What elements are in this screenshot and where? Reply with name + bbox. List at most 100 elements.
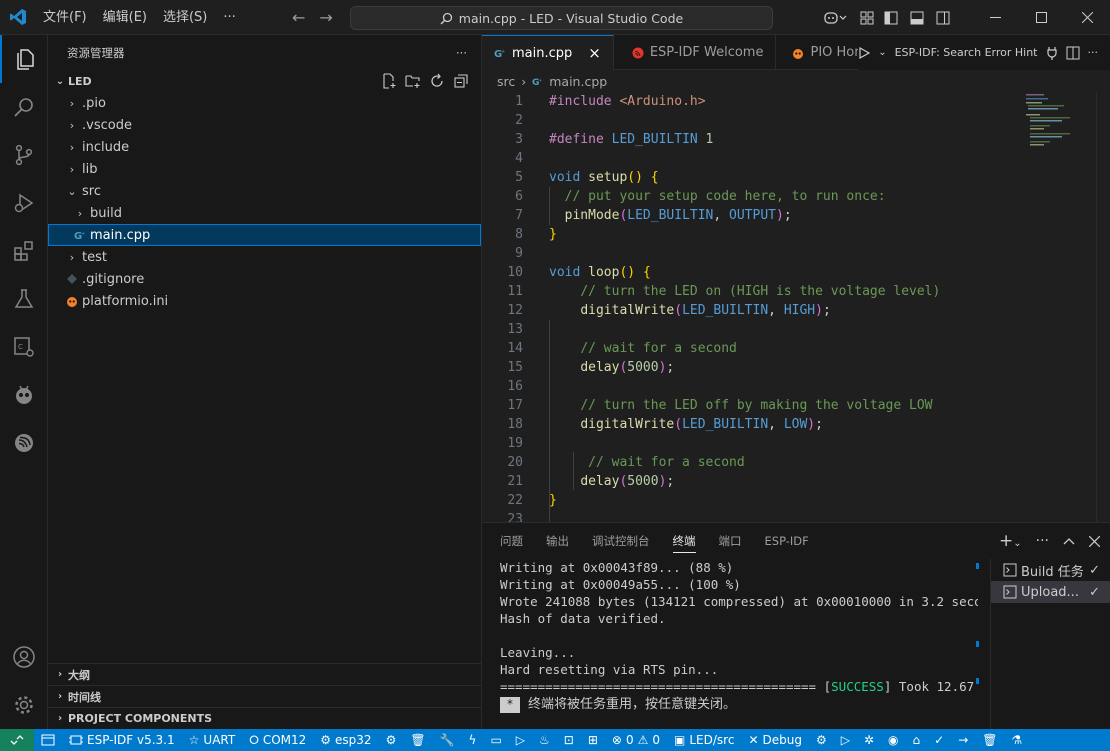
terminal-output[interactable]: Writing at 0x00043f89... (88 %) Writing … (500, 559, 978, 730)
flask-icon[interactable]: ⚗ (1012, 733, 1023, 747)
run-and-debug-icon[interactable] (0, 179, 48, 227)
tab-esp-idf-welcome[interactable]: ESP-IDF Welcome (614, 35, 777, 70)
problems-status[interactable]: ⊗ 0 ⚠ 0 (605, 729, 667, 751)
accounts-icon[interactable] (0, 633, 48, 681)
terminal-item-upload[interactable]: Upload... ✓ (991, 581, 1110, 603)
check-icon[interactable]: ✓ (934, 733, 944, 747)
play-icon[interactable]: ▷ (841, 733, 850, 747)
source-control-icon[interactable] (0, 131, 48, 179)
tree-file-gitignore[interactable]: .gitignore (48, 268, 481, 290)
tree-folder-include[interactable]: › include (48, 136, 481, 158)
tree-file-main-cpp[interactable]: G + main.cpp (48, 224, 481, 246)
minimap[interactable] (1026, 92, 1096, 152)
explorer-icon[interactable] (0, 35, 48, 83)
debug-status[interactable]: ▷ (509, 729, 532, 751)
tab-ports[interactable]: 端口 (719, 523, 753, 559)
remote-indicator-icon[interactable] (0, 729, 34, 751)
project-folder-status[interactable]: ▣ LED/src (667, 729, 741, 751)
record-icon[interactable]: ◉ (888, 733, 898, 747)
timeline-section[interactable]: › 时间线 (48, 685, 481, 707)
tab-problems[interactable]: 问题 (500, 523, 534, 559)
maximize-icon[interactable] (1018, 0, 1064, 35)
monitor-status[interactable]: ▭ (483, 729, 508, 751)
maximize-panel-icon[interactable] (1063, 537, 1075, 545)
bug-icon[interactable]: ✲ (864, 733, 874, 747)
home-icon[interactable]: ⌂ (913, 733, 921, 747)
flash-status[interactable]: ϟ (462, 729, 484, 751)
build-wrench-status[interactable]: 🔧 (433, 729, 462, 751)
customize-layout-icon[interactable] (860, 11, 884, 25)
menu-more[interactable]: ··· (215, 0, 243, 35)
close-panel-icon[interactable] (1089, 535, 1100, 547)
toggle-panel-icon[interactable] (910, 11, 936, 25)
project-components-section[interactable]: › PROJECT COMPONENTS (48, 707, 481, 729)
manage-gear-icon[interactable] (0, 681, 48, 729)
search-sidebar-icon[interactable] (0, 83, 48, 131)
tree-file-platformio-ini[interactable]: platformio.ini (48, 290, 481, 312)
new-file-icon[interactable] (381, 73, 397, 89)
command-center-search[interactable]: main.cpp - LED - Visual Studio Code (350, 6, 773, 30)
debug-config-status[interactable]: ✕ Debug (741, 729, 809, 751)
tab-debug-console[interactable]: 调试控制台 (592, 523, 661, 559)
remote-explorer-icon[interactable]: C (0, 323, 48, 371)
tree-folder-vscode[interactable]: › .vscode (48, 114, 481, 136)
close-window-icon[interactable] (1064, 0, 1110, 35)
menu-selection[interactable]: 选择(S) (155, 0, 215, 35)
wrench-icon: 🔧 (439, 733, 455, 747)
explorer-status-icon[interactable] (34, 729, 62, 751)
minimize-icon[interactable] (972, 0, 1018, 35)
tree-folder-src[interactable]: ⌄ src (48, 180, 481, 202)
terminal-item-build[interactable]: Build 任务 ✓ (991, 559, 1110, 581)
trash-icon[interactable]: 🗑 (982, 733, 997, 747)
upload-arrow-icon[interactable]: → (958, 733, 968, 747)
menu-edit[interactable]: 编辑(E) (95, 0, 155, 35)
flash-method-uart[interactable]: ☆ UART (182, 729, 243, 751)
esp-idf-version[interactable]: ESP-IDF v5.3.1 (62, 729, 182, 751)
extensions-icon[interactable] (0, 227, 48, 275)
more-actions-icon[interactable]: ··· (1036, 533, 1049, 549)
forward-arrow-icon[interactable]: → (319, 8, 332, 27)
clean-trash-status[interactable]: 🗑 (403, 729, 432, 751)
esp-idf-search-error-hint-button[interactable]: ESP-IDF: Search Error Hint (895, 46, 1038, 59)
copilot-icon[interactable] (824, 11, 860, 25)
tree-folder-build[interactable]: › build (48, 202, 481, 224)
collapse-all-icon[interactable] (453, 73, 469, 89)
serial-port[interactable]: ⭘ COM12 (242, 729, 313, 751)
terminal-status[interactable]: ⊡ (557, 729, 581, 751)
tree-folder-test[interactable]: › test (48, 246, 481, 268)
settings-gear-status[interactable]: ⚙ (379, 729, 404, 751)
refresh-icon[interactable] (429, 73, 445, 89)
run-task-status[interactable]: ⊞ (581, 729, 605, 751)
testing-flask-icon[interactable] (0, 275, 48, 323)
toggle-secondary-sidebar-icon[interactable] (936, 11, 962, 25)
plug-icon[interactable] (1046, 46, 1058, 60)
run-play-icon[interactable] (858, 46, 871, 59)
espressif-icon[interactable] (0, 419, 48, 467)
explorer-more-actions[interactable]: ··· (456, 46, 467, 60)
tab-terminal[interactable]: 终端 (672, 523, 707, 559)
split-editor-icon[interactable] (1066, 46, 1080, 60)
chevron-down-icon[interactable]: ⌄ (878, 47, 886, 58)
breadcrumb-folder[interactable]: src (497, 74, 515, 89)
menu-file[interactable]: 文件(F) (35, 0, 95, 35)
editor-scrollbar[interactable] (1096, 92, 1110, 522)
new-terminal-icon[interactable]: +⌄ (999, 531, 1022, 551)
target-device[interactable]: ⚙ esp32 (313, 729, 378, 751)
tab-output[interactable]: 输出 (546, 523, 580, 559)
breadcrumb-file[interactable]: main.cpp (549, 74, 607, 89)
tree-folder-lib[interactable]: › lib (48, 158, 481, 180)
more-actions-icon[interactable]: ··· (1088, 46, 1099, 59)
workspace-root-header[interactable]: ⌄ LED (48, 70, 481, 92)
toggle-primary-sidebar-icon[interactable] (884, 11, 910, 25)
close-tab-icon[interactable]: × (588, 44, 601, 62)
outline-section[interactable]: › 大纲 (48, 663, 481, 685)
tab-main-cpp[interactable]: G + main.cpp × (482, 35, 614, 70)
tree-folder-pio[interactable]: › .pio (48, 92, 481, 114)
new-folder-icon[interactable] (405, 73, 421, 89)
build-flash-monitor-status[interactable]: ♨ (532, 729, 557, 751)
code-editor[interactable]: 1 #include <Arduino.h> 2 3 #define LED_BUI… (482, 92, 1110, 522)
tab-esp-idf[interactable]: ESP-IDF (765, 523, 820, 559)
back-arrow-icon[interactable]: ← (292, 8, 305, 27)
platformio-alien-icon[interactable] (0, 371, 48, 419)
gear-icon[interactable]: ⚙ (816, 733, 827, 747)
